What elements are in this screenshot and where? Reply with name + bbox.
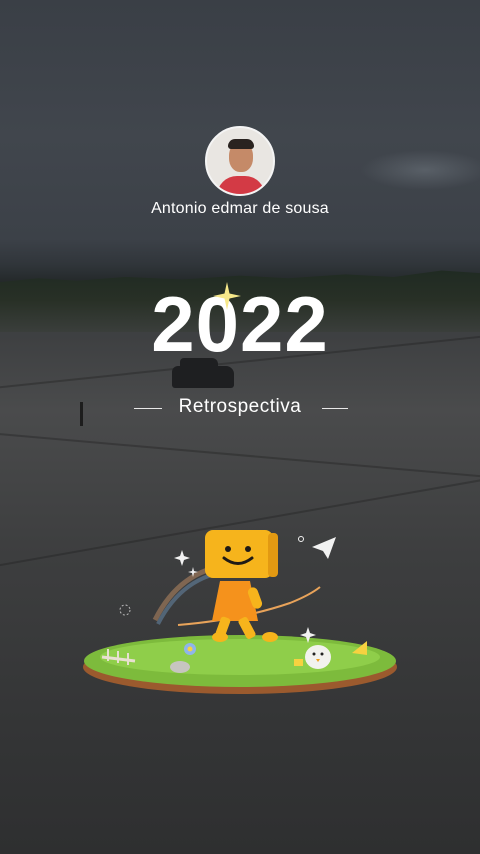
user-name: Antonio edmar de sousa: [151, 200, 329, 217]
cloud: [360, 150, 480, 190]
chick: [305, 645, 331, 669]
mascot-head: [205, 530, 273, 578]
avatar[interactable]: [205, 126, 275, 196]
story-screen: Antonio edmar de sousa 2022 Retrospectiv…: [0, 0, 480, 854]
sparkle-icon: [213, 282, 241, 310]
divider: [322, 408, 348, 409]
sand-track: [0, 431, 480, 481]
paper-plane-icon: [312, 537, 336, 559]
subtitle-row: Retrospectiva: [0, 396, 480, 422]
subtitle: Retrospectiva: [178, 396, 302, 417]
mascot-illustration: [83, 530, 397, 694]
